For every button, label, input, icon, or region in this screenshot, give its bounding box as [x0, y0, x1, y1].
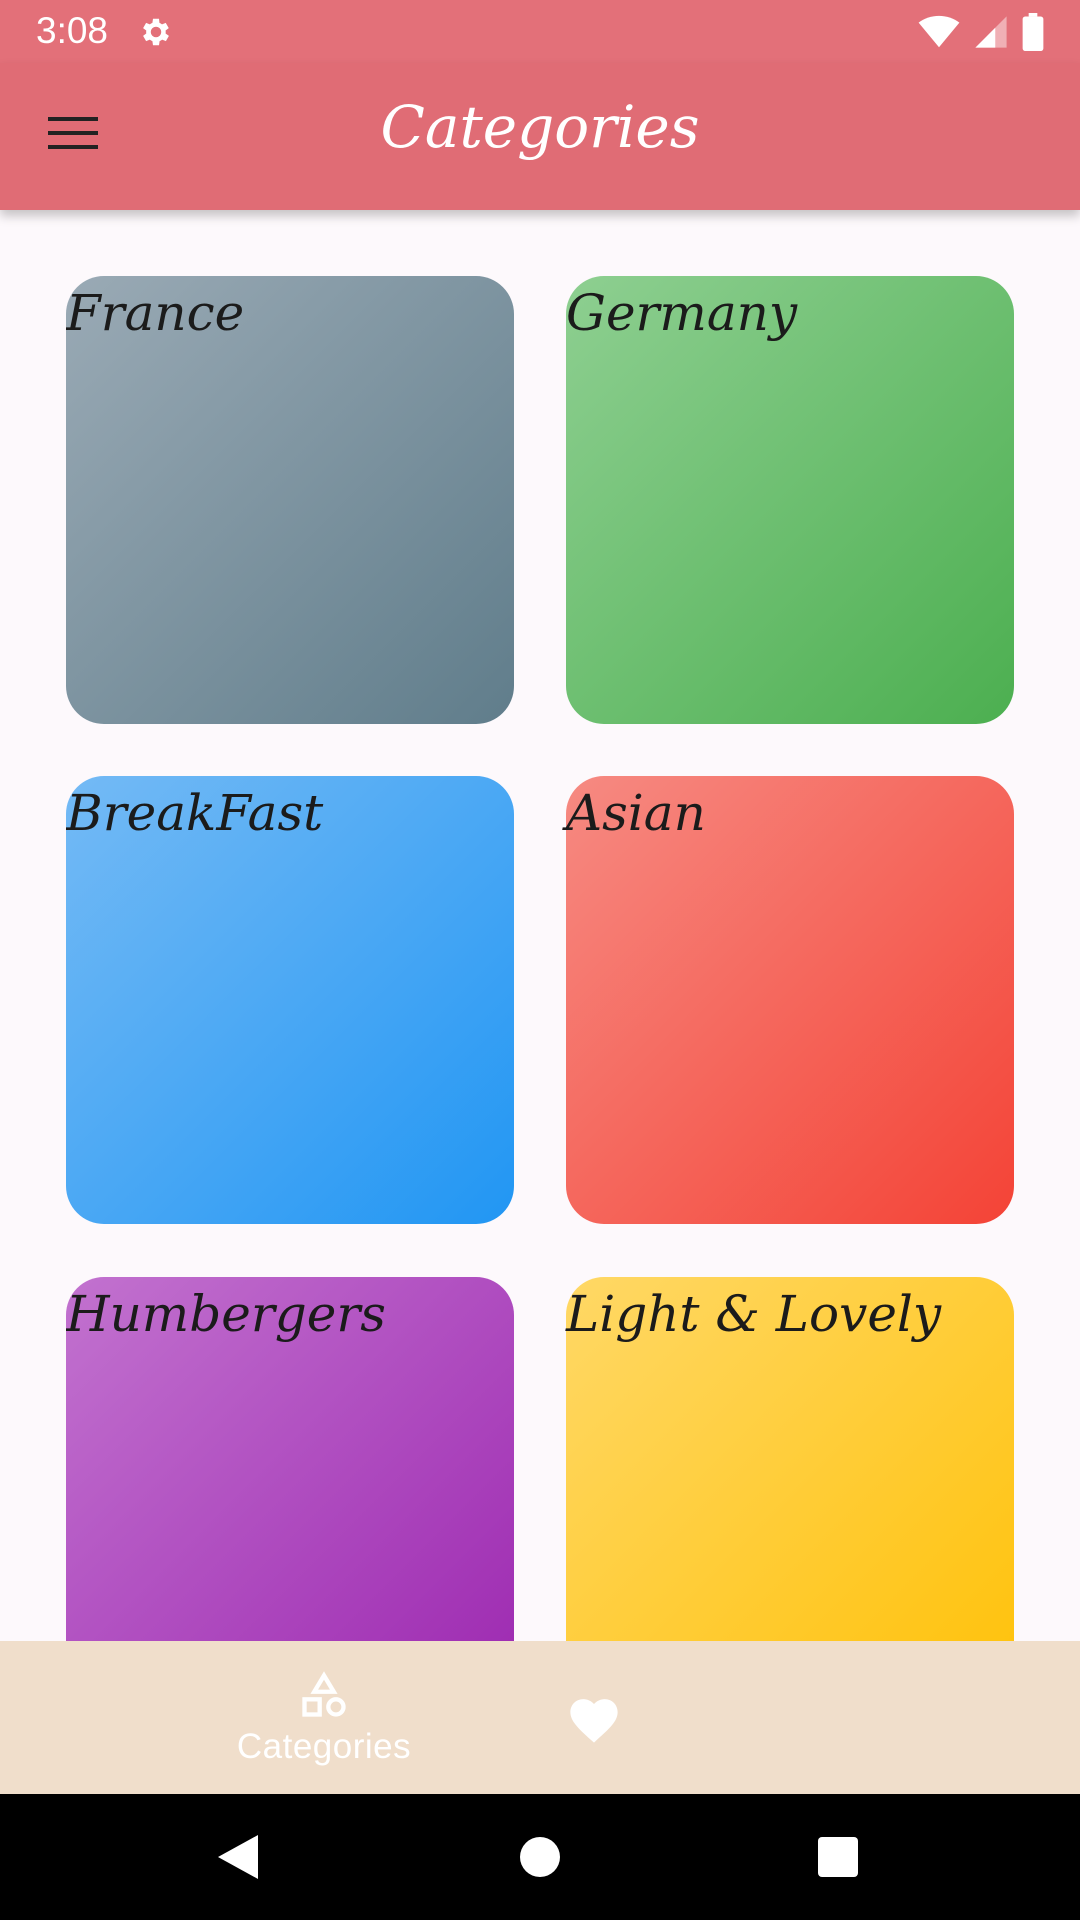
settings-icon [143, 18, 169, 46]
category-label: Asian [566, 784, 706, 842]
signal-icon [975, 16, 1007, 48]
category-card-germany[interactable]: Germany [566, 276, 1014, 724]
category-card-asian[interactable]: Asian [566, 776, 1014, 1224]
category-label: Light & Lovely [566, 1285, 942, 1343]
wifi-icon [918, 15, 960, 48]
home-button[interactable] [507, 1824, 573, 1890]
category-label: Germany [566, 284, 798, 342]
recents-button[interactable] [805, 1824, 871, 1890]
bottom-navigation: Categories [0, 1641, 1080, 1794]
heart-icon [570, 1698, 618, 1743]
status-bar: 3:08 [0, 0, 1080, 63]
category-label: BreakFast [66, 784, 324, 842]
system-navigation-bar [0, 1794, 1080, 1920]
back-icon [218, 1835, 258, 1879]
battery-icon [1022, 13, 1044, 51]
recents-icon [818, 1837, 858, 1877]
category-card-breakfast[interactable]: BreakFast [66, 776, 514, 1224]
app-bar: Categories [0, 63, 1080, 210]
back-button[interactable] [205, 1824, 271, 1890]
category-grid[interactable]: France Germany BreakFast Asian Humberger… [66, 276, 1014, 1641]
nav-item-favorites[interactable] [324, 1641, 864, 1794]
category-card-humbergers[interactable]: Humbergers [66, 1277, 514, 1641]
category-card-france[interactable]: France [66, 276, 514, 724]
category-label: France [66, 284, 245, 342]
category-card-light-lovely[interactable]: Light & Lovely [566, 1277, 1014, 1641]
status-icons [918, 12, 1044, 52]
home-icon [520, 1837, 560, 1877]
category-label: Humbergers [66, 1285, 386, 1343]
status-time: 3:08 [36, 10, 109, 51]
page-title: Categories [380, 93, 700, 161]
